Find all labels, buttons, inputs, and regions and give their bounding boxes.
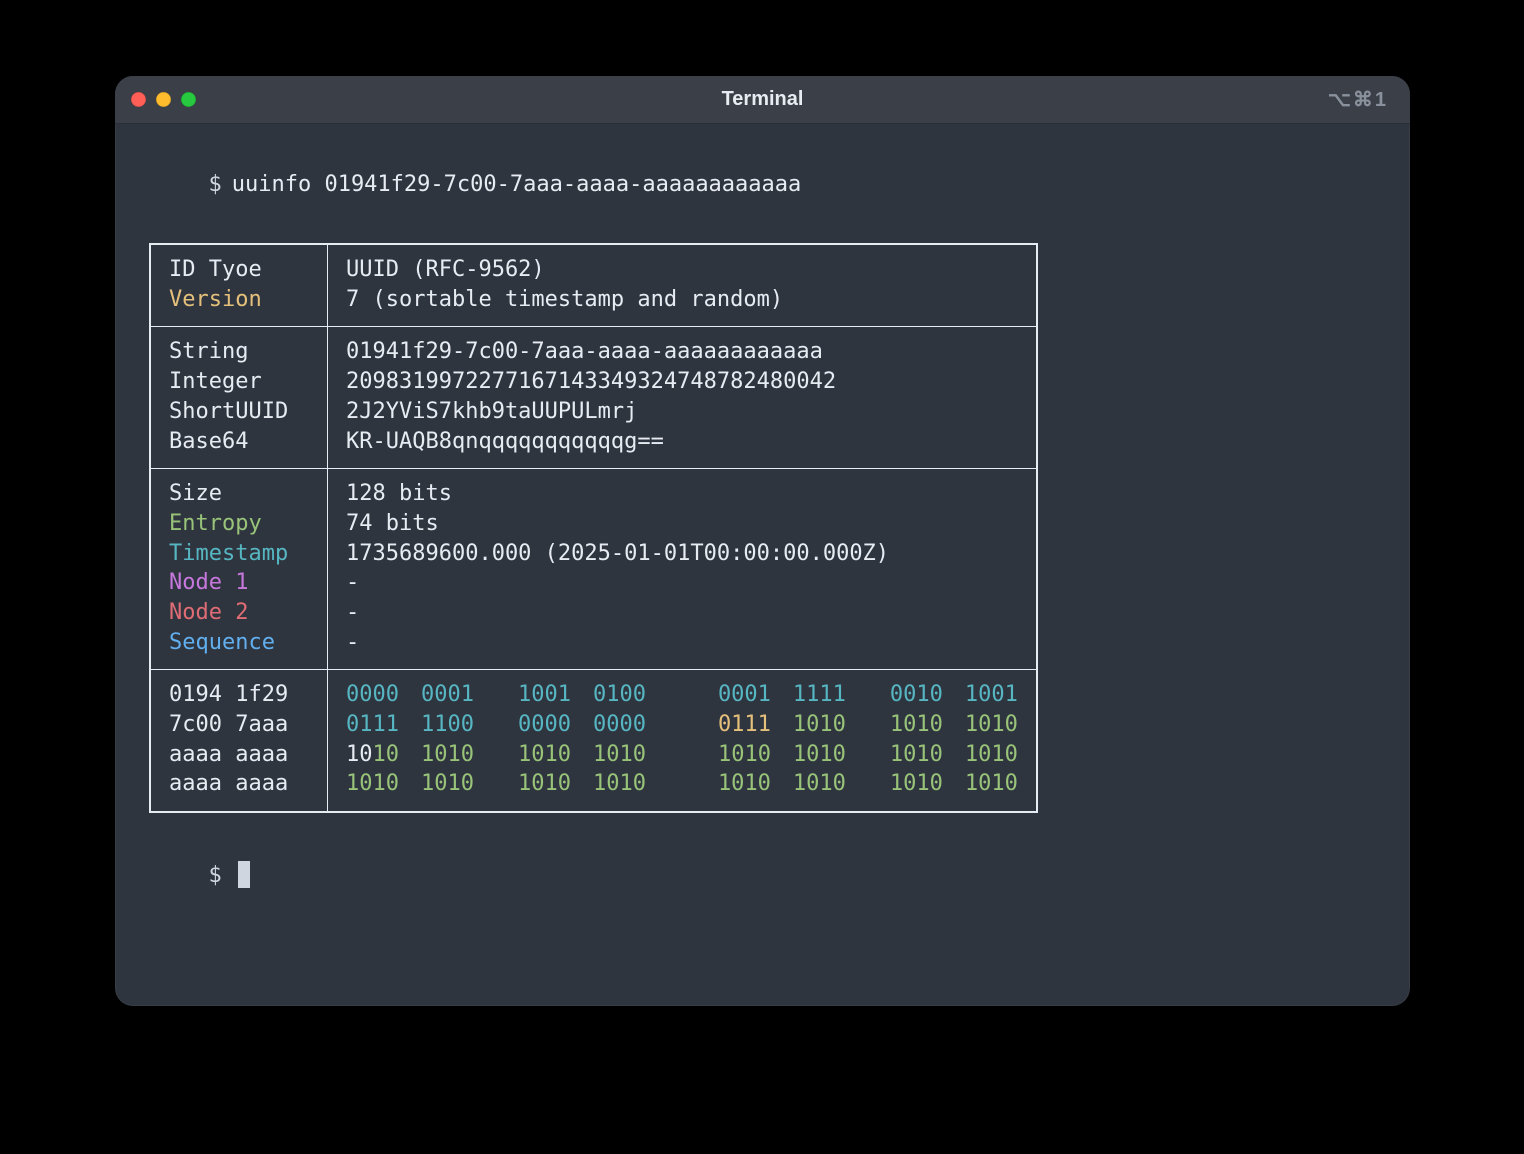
hex-row: aaaa aaaa — [169, 740, 309, 770]
label-id-type: ID Tyoe — [169, 257, 262, 282]
hex-row: 7c00 7aaa — [169, 710, 309, 740]
section-labels: ID Tyoe Version — [150, 244, 328, 327]
value-size: 128 bits — [346, 481, 452, 506]
value-shortuuid: 2J2YViS7khb9taUUPULmrj — [346, 399, 637, 424]
section-values: 128 bits 74 bits 1735689600.000 (2025-01-0… — [328, 469, 1037, 670]
section-values: 01941f29-7c00-7aaa-aaaa-aaaaaaaaaaaa 2098… — [328, 327, 1037, 469]
binary-row: 00000001100101000001111100101001 — [346, 680, 1018, 710]
prompt-symbol: $ — [208, 172, 221, 197]
terminal-window: Terminal ⌥⌘1 $ uuinfo 01941f29-7c00-7aaa-… — [115, 76, 1410, 1006]
value-node1: - — [346, 570, 359, 595]
window-shortcut: ⌥⌘1 — [1328, 87, 1388, 112]
label-integer: Integer — [169, 369, 262, 394]
label-node2: Node 2 — [169, 600, 248, 625]
value-id-type: UUID (RFC-9562) — [346, 257, 545, 282]
close-icon[interactable] — [131, 92, 146, 107]
label-entropy: Entropy — [169, 511, 262, 536]
value-integer: 2098319972277167143349324748782480042 — [346, 369, 836, 394]
value-sequence: - — [346, 630, 359, 655]
table-row: ID Tyoe Version UUID (RFC-9562) 7 (sortabl… — [150, 244, 1037, 327]
hex-row: 0194 1f29 — [169, 680, 309, 710]
table-row: Size Entropy Timestamp Node 1 Node 2 Sequence… — [150, 469, 1037, 670]
binary-column: 0000000110010100000111110010100101111100… — [328, 670, 1037, 812]
hex-row: aaaa aaaa — [169, 769, 309, 799]
binary-row: 10101010101010101010101010101010 — [346, 740, 1018, 770]
value-base64: KR-UAQB8qnqqqqqqqqqqqg== — [346, 429, 664, 454]
label-string: String — [169, 339, 248, 364]
label-node1: Node 1 — [169, 570, 248, 595]
section-values: UUID (RFC-9562) 7 (sortable timestamp and… — [328, 244, 1037, 327]
minimize-icon[interactable] — [156, 92, 171, 107]
value-timestamp: 1735689600.000 (2025-01-01T00:00:00.000Z… — [346, 541, 889, 566]
section-labels: String Integer ShortUUID Base64 — [150, 327, 328, 469]
table-row: 0194 1f297c00 7aaaaaaa aaaaaaaa aaaa 000… — [150, 670, 1037, 812]
value-string: 01941f29-7c00-7aaa-aaaa-aaaaaaaaaaaa — [346, 339, 823, 364]
binary-row: 10101010101010101010101010101010 — [346, 769, 1018, 799]
label-base64: Base64 — [169, 429, 248, 454]
prompt-line: $ uuinfo 01941f29-7c00-7aaa-aaaa-aaaaaaaa… — [129, 140, 1396, 229]
label-timestamp: Timestamp — [169, 541, 288, 566]
label-version: Version — [169, 287, 262, 312]
command-text: uuinfo 01941f29-7c00-7aaa-aaaa-aaaaaaaaa… — [232, 172, 802, 197]
section-labels: Size Entropy Timestamp Node 1 Node 2 Sequence — [150, 469, 328, 670]
table-row: String Integer ShortUUID Base64 01941f29-7c… — [150, 327, 1037, 469]
terminal-body[interactable]: $ uuinfo 01941f29-7c00-7aaa-aaaa-aaaaaaaa… — [115, 124, 1410, 952]
titlebar[interactable]: Terminal ⌥⌘1 — [115, 76, 1410, 124]
value-node2: - — [346, 600, 359, 625]
label-size: Size — [169, 481, 222, 506]
value-version: 7 (sortable timestamp and random) — [346, 287, 783, 312]
traffic-lights — [131, 92, 196, 107]
prompt-line-empty: $ — [129, 831, 1396, 920]
binary-row: 01111100000000000111101010101010 — [346, 710, 1018, 740]
window-title: Terminal — [115, 88, 1410, 111]
cursor-icon — [238, 861, 250, 887]
uuinfo-table: ID Tyoe Version UUID (RFC-9562) 7 (sortabl… — [149, 243, 1038, 813]
value-entropy: 74 bits — [346, 511, 439, 536]
zoom-icon[interactable] — [181, 92, 196, 107]
prompt-symbol: $ — [208, 863, 221, 888]
hex-column: 0194 1f297c00 7aaaaaaa aaaaaaaa aaaa — [150, 670, 328, 812]
label-sequence: Sequence — [169, 630, 275, 655]
label-shortuuid: ShortUUID — [169, 399, 288, 424]
